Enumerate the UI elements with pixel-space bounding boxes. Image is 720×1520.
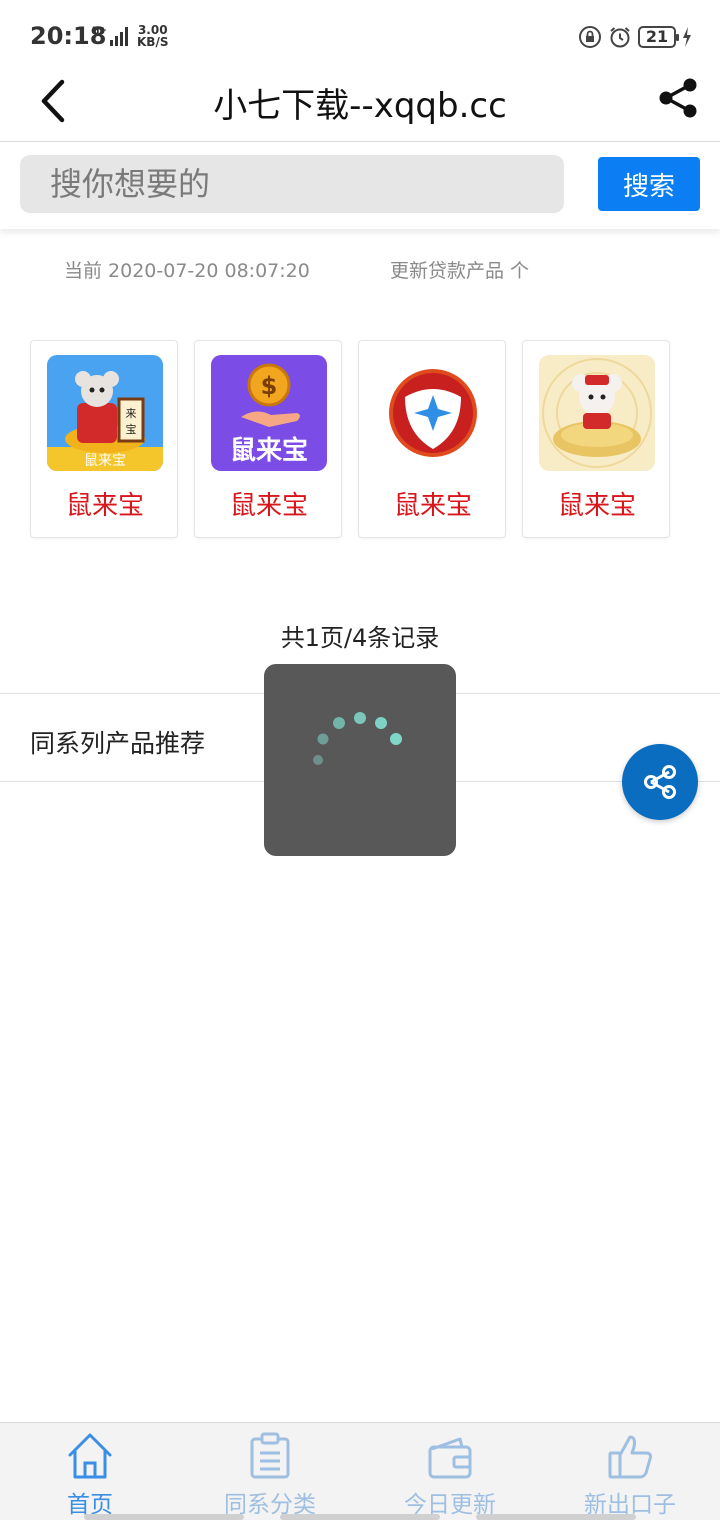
search-input[interactable] [20, 155, 564, 213]
wallet-icon[interactable] [426, 1431, 474, 1481]
app-card[interactable]: 鼠来宝 [522, 340, 670, 538]
tab-new[interactable]: 新出口子 [540, 1423, 720, 1520]
svg-text:鼠来宝: 鼠来宝 [230, 435, 308, 466]
app-grid: 来 宝 鼠来宝 鼠来宝 $ 鼠来宝 鼠来宝 鼠来宝 鼠来宝 [30, 340, 690, 538]
pagination-text: 共1页/4条记录 [280, 624, 440, 652]
network-type: H+ [92, 26, 107, 36]
floating-share-button[interactable] [622, 744, 698, 820]
app-name[interactable]: 鼠来宝 [523, 485, 671, 522]
speed-unit: KB/S [137, 35, 169, 49]
app-name[interactable]: 鼠来宝 [31, 485, 179, 522]
share-icon[interactable] [640, 762, 680, 802]
home-indicator [84, 1514, 636, 1520]
page-title: 小七下载--xqqb.cc [213, 86, 507, 126]
update-count-text: 更新贷款产品 个 [390, 260, 530, 282]
network-speed: 3.00 KB/S [137, 24, 168, 48]
svg-text:鼠来宝: 鼠来宝 [84, 453, 126, 469]
rat-mascot-icon[interactable]: 来 宝 鼠来宝 [47, 355, 163, 471]
lock-rotation-icon [579, 26, 601, 48]
search-button[interactable]: 搜索 [598, 157, 700, 211]
spinner-icon [313, 712, 402, 765]
app-card[interactable]: $ 鼠来宝 鼠来宝 [194, 340, 342, 538]
thumbs-up-icon[interactable] [606, 1431, 654, 1481]
tab-today[interactable]: 今日更新 [360, 1423, 540, 1520]
star-shield-icon[interactable] [375, 355, 491, 471]
status-indicators: 21 [578, 24, 692, 50]
svg-text:宝: 宝 [126, 422, 137, 436]
search-bar: 搜索 [0, 143, 720, 229]
signal-icon: H+ [92, 26, 128, 46]
alarm-icon [610, 27, 630, 48]
home-icon[interactable] [66, 1431, 114, 1481]
tab-home[interactable]: 首页 [0, 1423, 180, 1520]
bottom-tab-bar: 首页 同系分类 今日更新 新出口子 [0, 1422, 720, 1520]
svg-text:来: 来 [126, 407, 137, 420]
current-time-text: 当前 2020-07-20 08:07:20 [64, 260, 310, 282]
app-card[interactable]: 来 宝 鼠来宝 鼠来宝 [30, 340, 178, 538]
rat-gold-icon[interactable] [539, 355, 655, 471]
tab-category[interactable]: 同系分类 [180, 1423, 360, 1520]
loading-overlay [264, 664, 456, 856]
charging-icon [683, 27, 691, 47]
status-bar: 20:18 H+ 3.00 KB/S 21 [0, 0, 720, 72]
app-name[interactable]: 鼠来宝 [359, 485, 507, 522]
app-name[interactable]: 鼠来宝 [195, 485, 343, 522]
app-card[interactable]: 鼠来宝 [358, 340, 506, 538]
clipboard-icon[interactable] [246, 1431, 294, 1481]
nav-bar: 小七下载--xqqb.cc [0, 72, 720, 142]
battery-icon: 21 [638, 26, 679, 48]
coin-hand-icon[interactable]: $ 鼠来宝 [211, 355, 327, 471]
svg-text:$: $ [261, 372, 278, 400]
share-icon[interactable] [656, 76, 700, 120]
battery-level: 21 [645, 27, 669, 46]
section-title: 同系列产品推荐 [30, 729, 206, 758]
